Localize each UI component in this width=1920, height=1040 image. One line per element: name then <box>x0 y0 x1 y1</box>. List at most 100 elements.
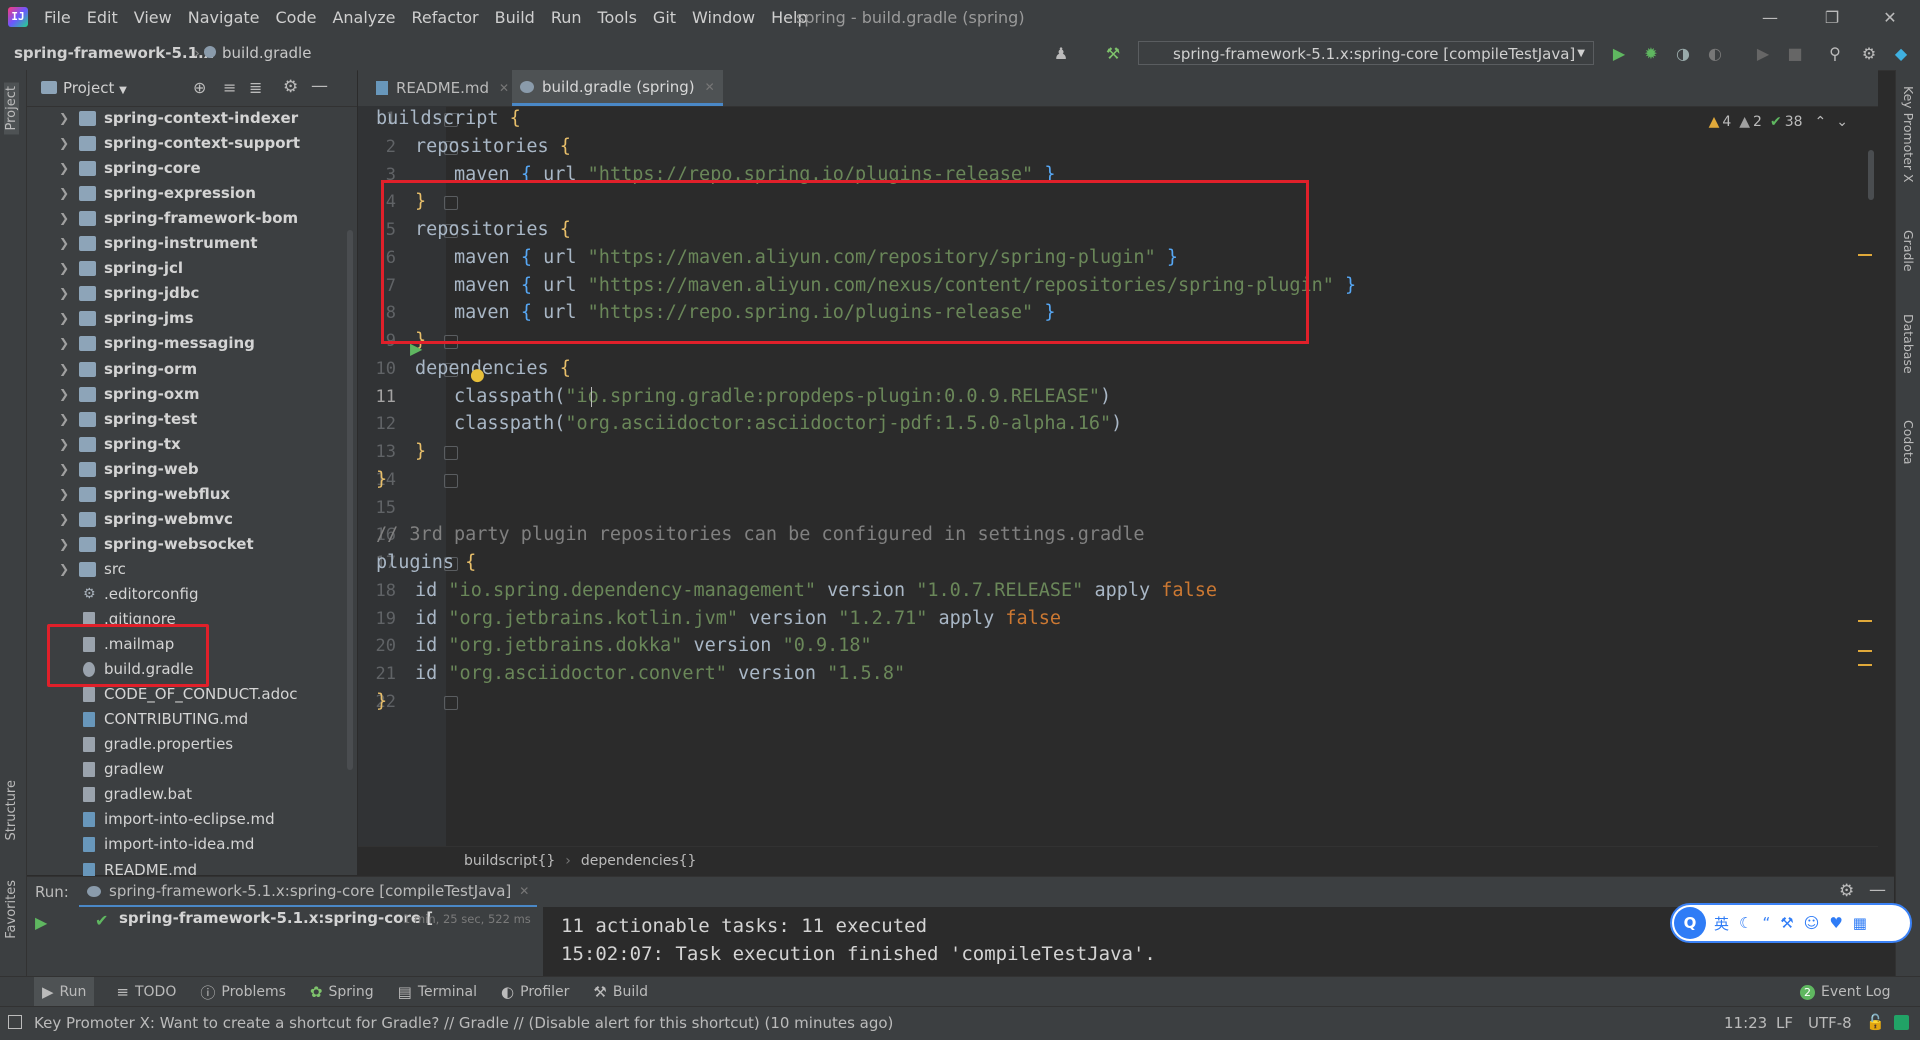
close-tab-icon[interactable]: ✕ <box>519 884 529 898</box>
favorites-tool-tab[interactable]: Favorites <box>4 880 19 939</box>
tree-item[interactable]: gradlew <box>27 757 357 782</box>
chevron-right-icon[interactable]: ❯ <box>59 432 69 457</box>
error-stripe-marker[interactable] <box>1858 664 1872 666</box>
run-task-label[interactable]: spring-framework-5.1.x:spring-core [ <box>119 909 433 927</box>
close-window-button[interactable]: ✕ <box>1862 0 1918 36</box>
code-line[interactable]: } <box>376 685 387 719</box>
close-tab-icon[interactable]: ✕ <box>499 70 509 106</box>
settings-gear-icon[interactable]: ⚙ <box>1839 881 1854 901</box>
skin-icon[interactable]: ♥ <box>1829 914 1842 932</box>
chevron-right-icon[interactable]: ❯ <box>59 181 69 206</box>
tree-item[interactable]: ❯ spring-orm <box>27 357 357 382</box>
tree-item[interactable]: ❯ spring-core <box>27 156 357 181</box>
key-promoter-tool-tab[interactable]: Key Promoter X <box>1901 86 1916 183</box>
chevron-right-icon[interactable]: ❯ <box>59 131 69 156</box>
structure-tool-tab[interactable]: Structure <box>4 780 19 840</box>
chevron-right-icon[interactable]: ❯ <box>59 306 69 331</box>
tree-item[interactable]: ❯ spring-context-support <box>27 131 357 156</box>
run-configuration-select[interactable]: spring-framework-5.1.x:spring-core [comp… <box>1138 41 1594 65</box>
tree-item[interactable]: ❯ spring-tx <box>27 432 357 457</box>
database-tool-tab[interactable]: Database <box>1901 314 1916 374</box>
resume-icon[interactable]: ▶ <box>1752 43 1774 65</box>
tree-item[interactable]: ❯ spring-framework-bom <box>27 206 357 231</box>
menu-code[interactable]: Code <box>268 0 325 36</box>
chevron-right-icon[interactable]: ❯ <box>59 231 69 256</box>
tree-item[interactable]: ❯ spring-oxm <box>27 382 357 407</box>
tree-item[interactable]: import-into-eclipse.md <box>27 807 357 832</box>
previous-highlight-icon[interactable]: ⌃ <box>1815 114 1827 130</box>
menu-tools[interactable]: Tools <box>590 0 645 36</box>
menu-view[interactable]: View <box>126 0 180 36</box>
rerun-icon[interactable]: ▶ <box>35 913 47 932</box>
chevron-right-icon[interactable]: ❯ <box>59 156 69 181</box>
chevron-right-icon[interactable]: ❯ <box>59 557 69 582</box>
breadcrumb-dependencies[interactable]: dependencies{} <box>581 847 697 876</box>
status-message[interactable]: Key Promoter X: Want to create a shortcu… <box>34 1007 893 1039</box>
build-hammer-icon[interactable]: ⚒ <box>1102 43 1124 65</box>
tool-terminal-button[interactable]: ▤ Terminal <box>398 983 501 1001</box>
tree-item[interactable]: ❯ spring-websocket <box>27 532 357 557</box>
tree-item[interactable]: ❯ spring-webmvc <box>27 507 357 532</box>
lightbulb-icon[interactable]: ● <box>470 365 485 385</box>
tree-item[interactable]: ❯ spring-jdbc <box>27 281 357 306</box>
code-line[interactable]: classpath("org.asciidoctor:asciidoctorj-… <box>454 407 1122 441</box>
chevron-right-icon[interactable]: ❯ <box>59 507 69 532</box>
tab-readme[interactable]: README.md ✕ <box>368 70 517 106</box>
expand-all-icon[interactable]: ≡ <box>223 78 236 97</box>
ime-toolbar[interactable]: Q 英 ☾ “ ⚒ ☺ ♥ ▦ <box>1670 903 1912 943</box>
file-encoding[interactable]: UTF-8 <box>1808 1007 1852 1039</box>
tree-item[interactable]: ❯ spring-webflux <box>27 482 357 507</box>
project-view-select[interactable]: Project ▼ <box>63 70 127 109</box>
inspection-widget[interactable]: ▲ 4 ▲ 2 ✔ 38 ⌃ ⌄ <box>1709 114 1848 130</box>
codota-icon[interactable] <box>1894 1015 1909 1030</box>
punctuation-icon[interactable]: “ <box>1762 914 1770 932</box>
error-stripe-marker[interactable] <box>1858 254 1872 256</box>
menu-refactor[interactable]: Refactor <box>404 0 487 36</box>
tree-item[interactable]: ❯ spring-context-indexer <box>27 106 357 131</box>
chevron-right-icon[interactable]: ❯ <box>59 382 69 407</box>
tree-item[interactable]: ❯ spring-messaging <box>27 331 357 356</box>
stop-icon[interactable]: ■ <box>1784 43 1806 65</box>
hide-panel-icon[interactable]: — <box>1869 880 1886 900</box>
tree-item[interactable]: ❯ spring-test <box>27 407 357 432</box>
project-scrollbar[interactable] <box>347 230 353 770</box>
chevron-right-icon[interactable]: ❯ <box>59 457 69 482</box>
user-icon[interactable]: ♟ <box>1050 43 1072 65</box>
chevron-right-icon[interactable]: ❯ <box>59 106 69 131</box>
tab-run-config[interactable]: spring-framework-5.1.x:spring-core [comp… <box>79 877 538 907</box>
code-line[interactable]: } <box>376 463 387 497</box>
code-line[interactable]: // 3rd party plugin repositories can be … <box>376 518 1145 552</box>
project-tool-tab[interactable]: Project <box>4 82 19 135</box>
next-highlight-icon[interactable]: ⌄ <box>1836 114 1848 130</box>
tree-item[interactable]: CONTRIBUTING.md <box>27 707 357 732</box>
grid-menu-icon[interactable]: ▦ <box>1853 914 1867 932</box>
moon-icon[interactable]: ☾ <box>1739 914 1752 932</box>
chevron-right-icon[interactable]: ❯ <box>59 281 69 306</box>
tree-item[interactable]: ❯ spring-web <box>27 457 357 482</box>
event-log-button[interactable]: 2 Event Log <box>1800 977 1891 1007</box>
tools-icon[interactable]: ⚒ <box>1780 914 1793 932</box>
menu-build[interactable]: Build <box>487 0 543 36</box>
error-stripe-marker[interactable] <box>1858 620 1872 622</box>
lock-icon[interactable]: 🔓 <box>1866 1013 1885 1031</box>
tab-build-gradle[interactable]: build.gradle (spring) ✕ <box>512 70 723 106</box>
code-line[interactable]: id "org.asciidoctor.convert" version "1.… <box>415 657 905 691</box>
minimize-button[interactable]: — <box>1742 0 1798 36</box>
codota-tool-tab[interactable]: Codota <box>1901 420 1916 465</box>
tree-item[interactable]: gradlew.bat <box>27 782 357 807</box>
chevron-right-icon[interactable]: ❯ <box>59 407 69 432</box>
tool-profiler-button[interactable]: ◐ Profiler <box>501 983 593 1001</box>
hide-panel-icon[interactable]: — <box>311 76 328 96</box>
tool-problems-button[interactable]: ⓘ Problems <box>200 982 310 1003</box>
tree-item[interactable]: ❯ spring-instrument <box>27 231 357 256</box>
run-icon[interactable]: ▶ <box>1608 43 1630 65</box>
menu-window[interactable]: Window <box>684 0 763 36</box>
ime-language-toggle[interactable]: 英 <box>1714 913 1729 934</box>
tree-item[interactable]: gradle.properties <box>27 732 357 757</box>
menu-edit[interactable]: Edit <box>79 0 126 36</box>
chevron-right-icon[interactable]: ❯ <box>59 331 69 356</box>
error-stripe-marker[interactable] <box>1858 650 1872 652</box>
breadcrumb-project[interactable]: spring-framework-5.1.x <box>14 36 213 70</box>
tree-item[interactable]: ⚙ .editorconfig <box>27 582 357 607</box>
debug-icon[interactable]: ✹ <box>1640 43 1662 65</box>
